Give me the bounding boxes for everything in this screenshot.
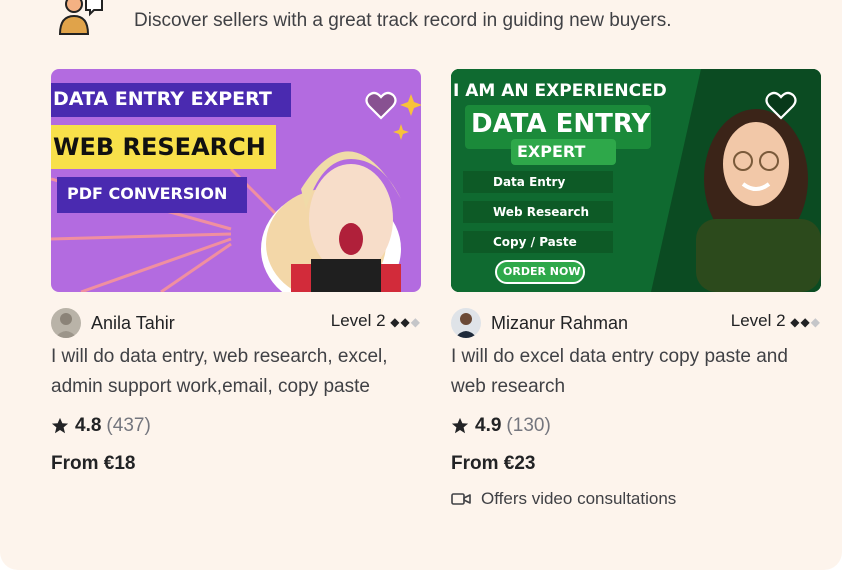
star-icon [51, 417, 69, 434]
seller-name[interactable]: Anila Tahir [91, 313, 175, 334]
gig-card[interactable]: I AM AN EXPERIENCED DATA ENTRY EXPERT Da… [451, 69, 821, 509]
thumbnail-text-1: I AM AN EXPERIENCED [453, 81, 667, 101]
gig-title[interactable]: I will do data entry, web research, exce… [51, 342, 421, 402]
thumbnail-text-2: WEB RESEARCH [53, 133, 266, 161]
thumbnail-text-1: DATA ENTRY EXPERT [53, 88, 272, 110]
section-subtitle: Discover sellers with a great track reco… [134, 10, 672, 31]
video-consultation-note: Offers video consultations [451, 489, 821, 509]
thumbnail-cta: ORDER NOW [503, 265, 581, 278]
gig-price: From €23 [451, 453, 536, 474]
rating-count: (437) [106, 415, 151, 436]
person-icon [58, 0, 103, 35]
gig-price: From €18 [51, 453, 136, 474]
thumbnail-text-2: DATA ENTRY [471, 109, 651, 139]
avatar[interactable] [51, 308, 81, 338]
seller-level: Level 2 ◆◆◆ [731, 311, 821, 331]
gig-card[interactable]: DATA ENTRY EXPERT WEB RESEARCH PDF CONVE… [51, 69, 421, 475]
thumbnail-bullet: Web Research [493, 205, 590, 219]
thumbnail-text-3: PDF CONVERSION [67, 184, 228, 203]
star-icon [451, 417, 469, 434]
level-diamonds-empty: ◆ [810, 315, 821, 329]
level-diamonds-filled: ◆◆ [790, 315, 811, 329]
gig-thumbnail[interactable]: DATA ENTRY EXPERT WEB RESEARCH PDF CONVE… [51, 69, 421, 292]
rating-score: 4.9 [475, 415, 502, 436]
gig-rating: 4.8 (437) [51, 412, 421, 440]
seller-level: Level 2 ◆◆◆ [331, 311, 421, 331]
seller-row: Mizanur Rahman Level 2 ◆◆◆ [451, 308, 821, 342]
seller-name[interactable]: Mizanur Rahman [491, 313, 628, 334]
thumbnail-bullet: Copy / Paste [493, 235, 577, 249]
avatar[interactable] [451, 308, 481, 338]
thumbnail-bullet: Data Entry [493, 175, 566, 189]
rating-score: 4.8 [75, 415, 102, 436]
video-icon [451, 493, 471, 505]
heart-icon[interactable] [365, 91, 397, 121]
thumbnail-text-3: EXPERT [517, 142, 586, 161]
rating-count: (130) [506, 415, 551, 436]
video-consultation-label: Offers video consultations [481, 489, 677, 508]
gig-title[interactable]: I will do excel data entry copy paste an… [451, 342, 821, 402]
level-label: Level 2 [730, 311, 786, 330]
gig-rating: 4.9 (130) [451, 412, 821, 440]
recommended-sellers-section: Discover sellers with a great track reco… [0, 0, 842, 570]
level-diamonds-filled: ◆◆ [390, 315, 411, 329]
heart-icon[interactable] [765, 91, 797, 121]
gig-thumbnail[interactable]: I AM AN EXPERIENCED DATA ENTRY EXPERT Da… [451, 69, 821, 292]
seller-row: Anila Tahir Level 2 ◆◆◆ [51, 308, 421, 342]
level-diamonds-empty: ◆ [410, 315, 421, 329]
level-label: Level 2 [330, 311, 386, 330]
